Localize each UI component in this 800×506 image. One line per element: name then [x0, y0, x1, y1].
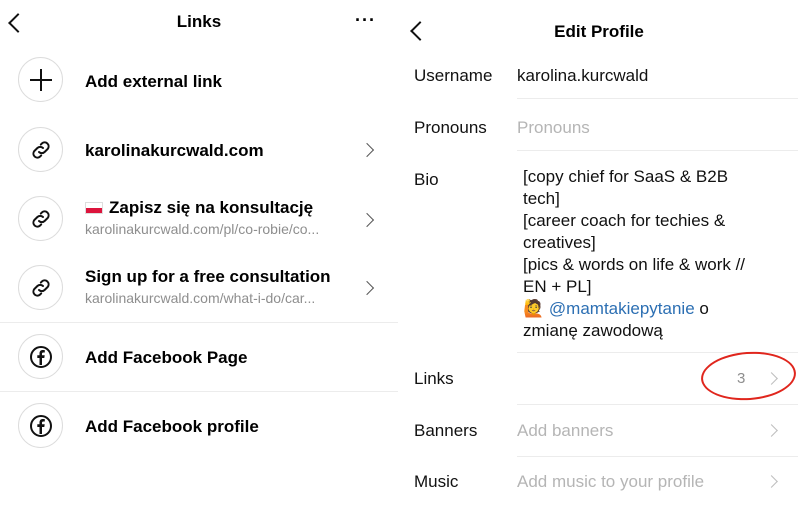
poland-flag-icon	[85, 202, 103, 214]
links-title: Links	[176, 12, 222, 31]
edit-profile-title: Edit Profile	[554, 22, 644, 41]
bio-mention-link[interactable]: @mamtakiepytanie	[549, 299, 695, 318]
facebook-icon	[18, 334, 63, 379]
username-field[interactable]: karolina.kurcwald	[517, 66, 648, 86]
music-label: Music	[414, 472, 459, 491]
add-external-link-row[interactable]: Add external link	[0, 46, 398, 114]
link-title: Sign up for a free consultation	[85, 267, 331, 286]
plus-icon	[18, 57, 63, 102]
links-label: Links	[414, 369, 454, 388]
facebook-icon	[18, 403, 63, 448]
links-screen: Links ··· Add external link karolinakurc…	[0, 0, 398, 506]
bio-field[interactable]: [copy chief for SaaS & B2B tech] [career…	[523, 166, 783, 342]
divider	[517, 404, 798, 405]
add-facebook-page-row[interactable]: Add Facebook Page	[0, 322, 398, 391]
edit-profile-header: Edit Profile	[398, 0, 800, 60]
link-row-website[interactable]: karolinakurcwald.com	[0, 114, 398, 184]
divider	[517, 456, 798, 457]
divider	[517, 150, 798, 151]
add-facebook-profile-row[interactable]: Add Facebook profile	[0, 391, 398, 460]
link-row-consultation-en[interactable]: Sign up for a free consultation karolina…	[0, 254, 398, 322]
links-header: Links ···	[0, 0, 398, 46]
link-icon	[18, 127, 63, 172]
link-url: karolinakurcwald.com/what-i-do/car...	[85, 290, 316, 306]
chevron-right-icon	[359, 212, 375, 228]
more-options-icon[interactable]: ···	[355, 10, 376, 31]
chevron-right-icon	[359, 142, 375, 158]
add-external-link-label: Add external link	[85, 72, 222, 91]
divider	[517, 98, 798, 99]
link-icon	[18, 265, 63, 310]
link-title: karolinakurcwald.com	[85, 141, 264, 160]
add-facebook-page-label: Add Facebook Page	[85, 348, 248, 367]
annotation-circle	[699, 348, 798, 404]
edit-profile-screen: Edit Profile Username karolina.kurcwald …	[398, 0, 800, 506]
link-url: karolinakurcwald.com/pl/co-robie/co...	[85, 221, 320, 237]
chevron-right-icon[interactable]	[765, 475, 778, 488]
add-facebook-profile-label: Add Facebook profile	[85, 417, 259, 436]
raising-hand-emoji: 🙋	[523, 299, 545, 318]
banners-label: Banners	[414, 421, 478, 440]
music-field[interactable]: Add music to your profile	[517, 472, 704, 492]
chevron-right-icon	[359, 280, 375, 296]
username-label: Username	[414, 66, 493, 85]
pronouns-label: Pronouns	[414, 118, 487, 137]
link-row-consultation-pl[interactable]: Zapisz się na konsultację karolinakurcwa…	[0, 184, 398, 254]
pronouns-field[interactable]: Pronouns	[517, 118, 590, 138]
bio-label: Bio	[414, 170, 439, 189]
link-icon	[18, 196, 63, 241]
link-title: Zapisz się na konsultację	[85, 198, 313, 218]
banners-field[interactable]: Add banners	[517, 421, 613, 441]
chevron-right-icon[interactable]	[765, 424, 778, 437]
